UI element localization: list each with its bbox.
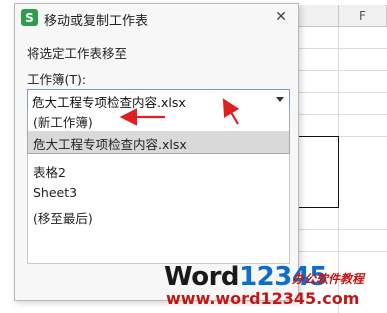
option-label: 危大工程专项检查内容.xlsx bbox=[33, 137, 187, 152]
workbook-label: 工作簿(T): bbox=[27, 72, 87, 87]
workbook-dropdown-list: (新工作簿) 危大工程专项检查内容.xlsx bbox=[27, 108, 290, 154]
grid-line bbox=[299, 114, 387, 115]
list-item[interactable]: 表格2 bbox=[33, 162, 66, 181]
watermark-url: www.word12345.com bbox=[166, 289, 360, 308]
list-item[interactable]: Sheet3 bbox=[33, 185, 77, 200]
column-header-e[interactable] bbox=[299, 5, 339, 27]
move-to-label: 将选定工作表移至 bbox=[27, 46, 128, 61]
grid-line bbox=[299, 48, 387, 49]
close-button[interactable]: ✕ bbox=[272, 8, 290, 26]
workbook-option-new[interactable]: (新工作簿) bbox=[28, 109, 289, 131]
cell-border bbox=[299, 136, 339, 137]
column-header-f[interactable]: F bbox=[339, 5, 387, 27]
app-icon-letter: S bbox=[25, 10, 34, 25]
list-item[interactable]: (移至最后) bbox=[33, 208, 93, 227]
dialog-titlebar[interactable]: S 移动或复制工作表 ✕ bbox=[15, 4, 298, 31]
workbook-select[interactable]: 危大工程专项检查内容.xlsx bbox=[27, 89, 290, 110]
workbook-option-current[interactable]: 危大工程专项检查内容.xlsx bbox=[28, 131, 289, 153]
logo-word: Word bbox=[164, 262, 240, 292]
cell-border bbox=[338, 136, 339, 208]
grid-line bbox=[299, 92, 387, 93]
option-label: (新工作簿) bbox=[33, 115, 93, 130]
cell-border bbox=[299, 207, 339, 208]
chevron-down-icon[interactable] bbox=[276, 97, 284, 102]
sheet-list: 表格2 Sheet3 (移至最后) bbox=[27, 154, 290, 264]
grid-line bbox=[299, 229, 387, 230]
grid-line bbox=[299, 70, 387, 71]
wps-app-icon: S bbox=[21, 9, 38, 26]
column-header-label: F bbox=[359, 8, 366, 23]
watermark: Word12345 办公软件教程 www.word12345.com bbox=[158, 256, 387, 313]
watermark-tagline: 办公软件教程 bbox=[292, 272, 365, 286]
grid-line bbox=[299, 251, 387, 252]
dialog-title: 移动或复制工作表 bbox=[44, 14, 149, 29]
close-icon: ✕ bbox=[275, 9, 287, 25]
